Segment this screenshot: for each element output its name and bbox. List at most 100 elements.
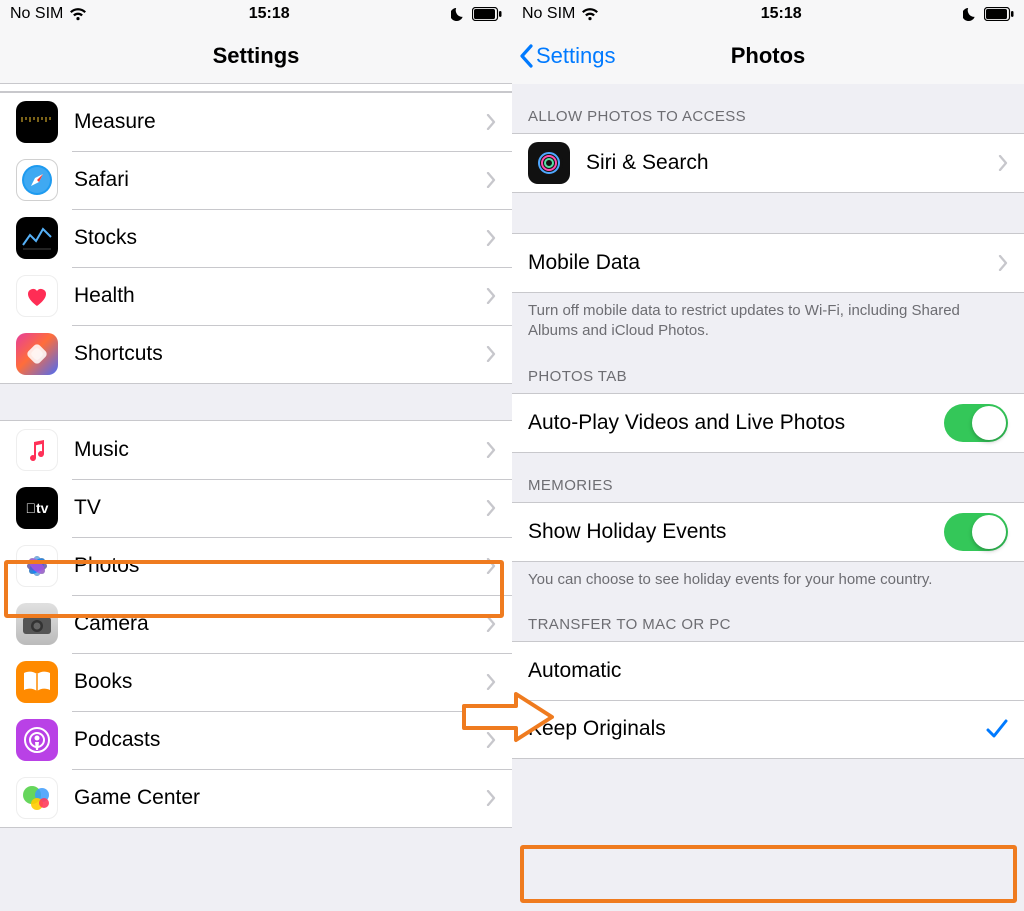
row-label: Camera (74, 612, 486, 636)
settings-group-1: Measure Safari Stocks (0, 92, 512, 384)
group-photos-tab: Auto-Play Videos and Live Photos (512, 393, 1024, 453)
row-measure[interactable]: Measure (0, 93, 512, 151)
settings-group-2: Music tv TV (0, 420, 512, 828)
row-label: Automatic (528, 659, 1008, 683)
footer-holiday: You can choose to see holiday events for… (512, 562, 1024, 600)
carrier-label: No SIM (10, 5, 63, 23)
row-label: Books (74, 670, 486, 694)
chevron-right-icon (998, 155, 1008, 171)
group-spacer (0, 384, 512, 420)
chevron-right-icon (486, 288, 496, 304)
section-header-memories: MEMORIES (512, 453, 1024, 502)
back-label: Settings (536, 43, 616, 69)
footer-mobile-data: Turn off mobile data to restrict updates… (512, 293, 1024, 352)
measure-icon (16, 101, 58, 143)
row-label: Show Holiday Events (528, 520, 944, 544)
row-automatic[interactable]: Automatic (512, 642, 1024, 700)
row-camera[interactable]: Camera (0, 595, 512, 653)
row-books[interactable]: Books (0, 653, 512, 711)
section-header-transfer: TRANSFER TO MAC OR PC (512, 600, 1024, 641)
health-icon (16, 275, 58, 317)
group-transfer: Automatic Keep Originals (512, 641, 1024, 759)
back-button[interactable]: Settings (518, 43, 616, 69)
wifi-icon (581, 7, 599, 21)
chevron-right-icon (486, 114, 496, 130)
row-label: Auto-Play Videos and Live Photos (528, 411, 944, 435)
siri-icon (528, 142, 570, 184)
nav-bar-settings: Settings (0, 28, 512, 84)
row-label: Shortcuts (74, 342, 486, 366)
moon-icon (963, 7, 978, 22)
chevron-right-icon (486, 500, 496, 516)
row-autoplay[interactable]: Auto-Play Videos and Live Photos (512, 394, 1024, 452)
chevron-right-icon (486, 558, 496, 574)
row-stocks[interactable]: Stocks (0, 209, 512, 267)
clock-label: 15:18 (761, 5, 802, 23)
screen-settings: No SIM 15:18 Settings (0, 0, 512, 911)
row-label: Mobile Data (528, 251, 998, 275)
camera-icon (16, 603, 58, 645)
shortcuts-icon (16, 333, 58, 375)
moon-icon (451, 7, 466, 22)
row-podcasts[interactable]: Podcasts (0, 711, 512, 769)
row-label: Photos (74, 554, 486, 578)
group-allow: Siri & Search (512, 133, 1024, 193)
row-health[interactable]: Health (0, 267, 512, 325)
row-label: Safari (74, 168, 486, 192)
partial-prev-group (0, 84, 512, 92)
status-bar: No SIM 15:18 (0, 0, 512, 28)
section-header-allow: ALLOW PHOTOS TO ACCESS (512, 84, 1024, 133)
screen-photos-settings: No SIM 15:18 Settings Photos (512, 0, 1024, 911)
row-label: Podcasts (74, 728, 486, 752)
battery-icon (472, 7, 502, 21)
section-header-photos-tab: PHOTOS TAB (512, 352, 1024, 393)
music-icon (16, 429, 58, 471)
row-mobile-data[interactable]: Mobile Data (512, 234, 1024, 292)
row-keep-originals[interactable]: Keep Originals (512, 700, 1024, 758)
chevron-right-icon (486, 790, 496, 806)
chevron-right-icon (486, 616, 496, 632)
carrier-label: No SIM (522, 5, 575, 23)
toggle-autoplay[interactable] (944, 404, 1008, 442)
chevron-right-icon (486, 732, 496, 748)
toggle-holiday-events[interactable] (944, 513, 1008, 551)
page-title: Settings (213, 43, 300, 69)
row-music[interactable]: Music (0, 421, 512, 479)
row-shortcuts[interactable]: Shortcuts (0, 325, 512, 383)
page-title: Photos (731, 43, 806, 69)
group-spacer (512, 193, 1024, 233)
row-label: Game Center (74, 786, 486, 810)
row-game-center[interactable]: Game Center (0, 769, 512, 827)
row-label: Music (74, 438, 486, 462)
chevron-right-icon (486, 346, 496, 362)
chevron-right-icon (486, 230, 496, 246)
row-label: Health (74, 284, 486, 308)
tv-icon: tv (16, 487, 58, 529)
row-siri-search[interactable]: Siri & Search (512, 134, 1024, 192)
chevron-right-icon (486, 172, 496, 188)
row-tv[interactable]: tv TV (0, 479, 512, 537)
row-label: Siri & Search (586, 151, 998, 175)
row-label: TV (74, 496, 486, 520)
row-photos[interactable]: Photos (0, 537, 512, 595)
safari-icon (16, 159, 58, 201)
battery-icon (984, 7, 1014, 21)
group-mobile-data: Mobile Data (512, 233, 1024, 293)
books-icon (16, 661, 58, 703)
game-center-icon (16, 777, 58, 819)
chevron-right-icon (998, 255, 1008, 271)
chevron-right-icon (486, 674, 496, 690)
photos-icon (16, 545, 58, 587)
clock-label: 15:18 (249, 5, 290, 23)
row-holiday-events[interactable]: Show Holiday Events (512, 503, 1024, 561)
row-safari[interactable]: Safari (0, 151, 512, 209)
wifi-icon (69, 7, 87, 21)
row-label: Keep Originals (528, 717, 986, 741)
podcasts-icon (16, 719, 58, 761)
group-memories: Show Holiday Events (512, 502, 1024, 562)
stocks-icon (16, 217, 58, 259)
chevron-right-icon (486, 442, 496, 458)
checkmark-icon (986, 719, 1008, 739)
row-label: Measure (74, 110, 486, 134)
status-bar: No SIM 15:18 (512, 0, 1024, 28)
